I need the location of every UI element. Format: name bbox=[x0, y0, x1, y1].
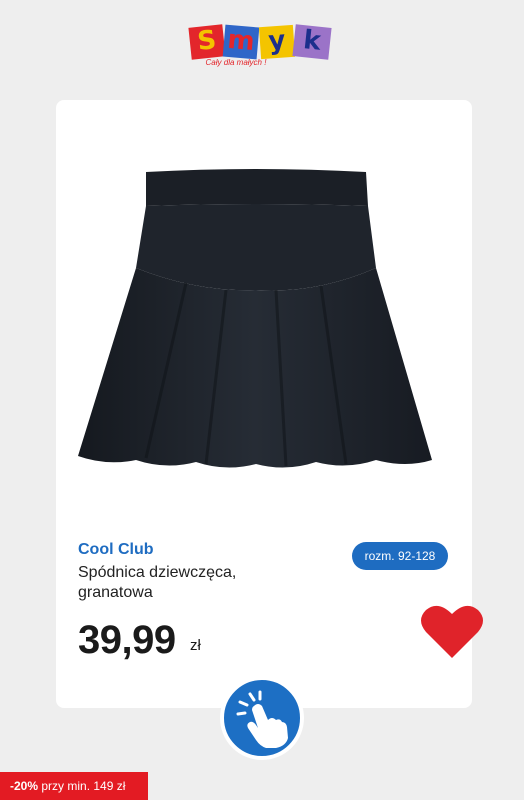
logo-letter: k bbox=[292, 24, 332, 60]
heart-icon[interactable] bbox=[420, 602, 484, 660]
promo-badge: -20% przy min. 149 zł bbox=[0, 772, 148, 800]
tap-button[interactable] bbox=[220, 676, 304, 760]
logo-tagline: Cały dla małych ! bbox=[205, 58, 267, 67]
logo-letter: m bbox=[222, 24, 260, 60]
navy-skirt-image bbox=[78, 169, 432, 468]
logo-letter: y bbox=[258, 24, 296, 60]
product-price: 39,99 bbox=[78, 618, 176, 662]
size-badge: rozm. 92-128 bbox=[352, 542, 448, 570]
price-currency: zł bbox=[190, 637, 201, 654]
product-name[interactable]: Spódnica dziewczęca, granatowa bbox=[78, 563, 288, 603]
promo-discount: -20% bbox=[10, 779, 39, 793]
product-card[interactable]: Cool Club Spódnica dziewczęca, granatowa… bbox=[56, 100, 472, 708]
logo-letter: S bbox=[188, 24, 226, 60]
product-brand[interactable]: Cool Club bbox=[78, 541, 154, 559]
tap-hand-icon bbox=[236, 690, 288, 748]
smyk-logo: S m y k Cały dla małych ! bbox=[188, 22, 332, 74]
promo-text: przy min. 149 zł bbox=[38, 779, 126, 793]
